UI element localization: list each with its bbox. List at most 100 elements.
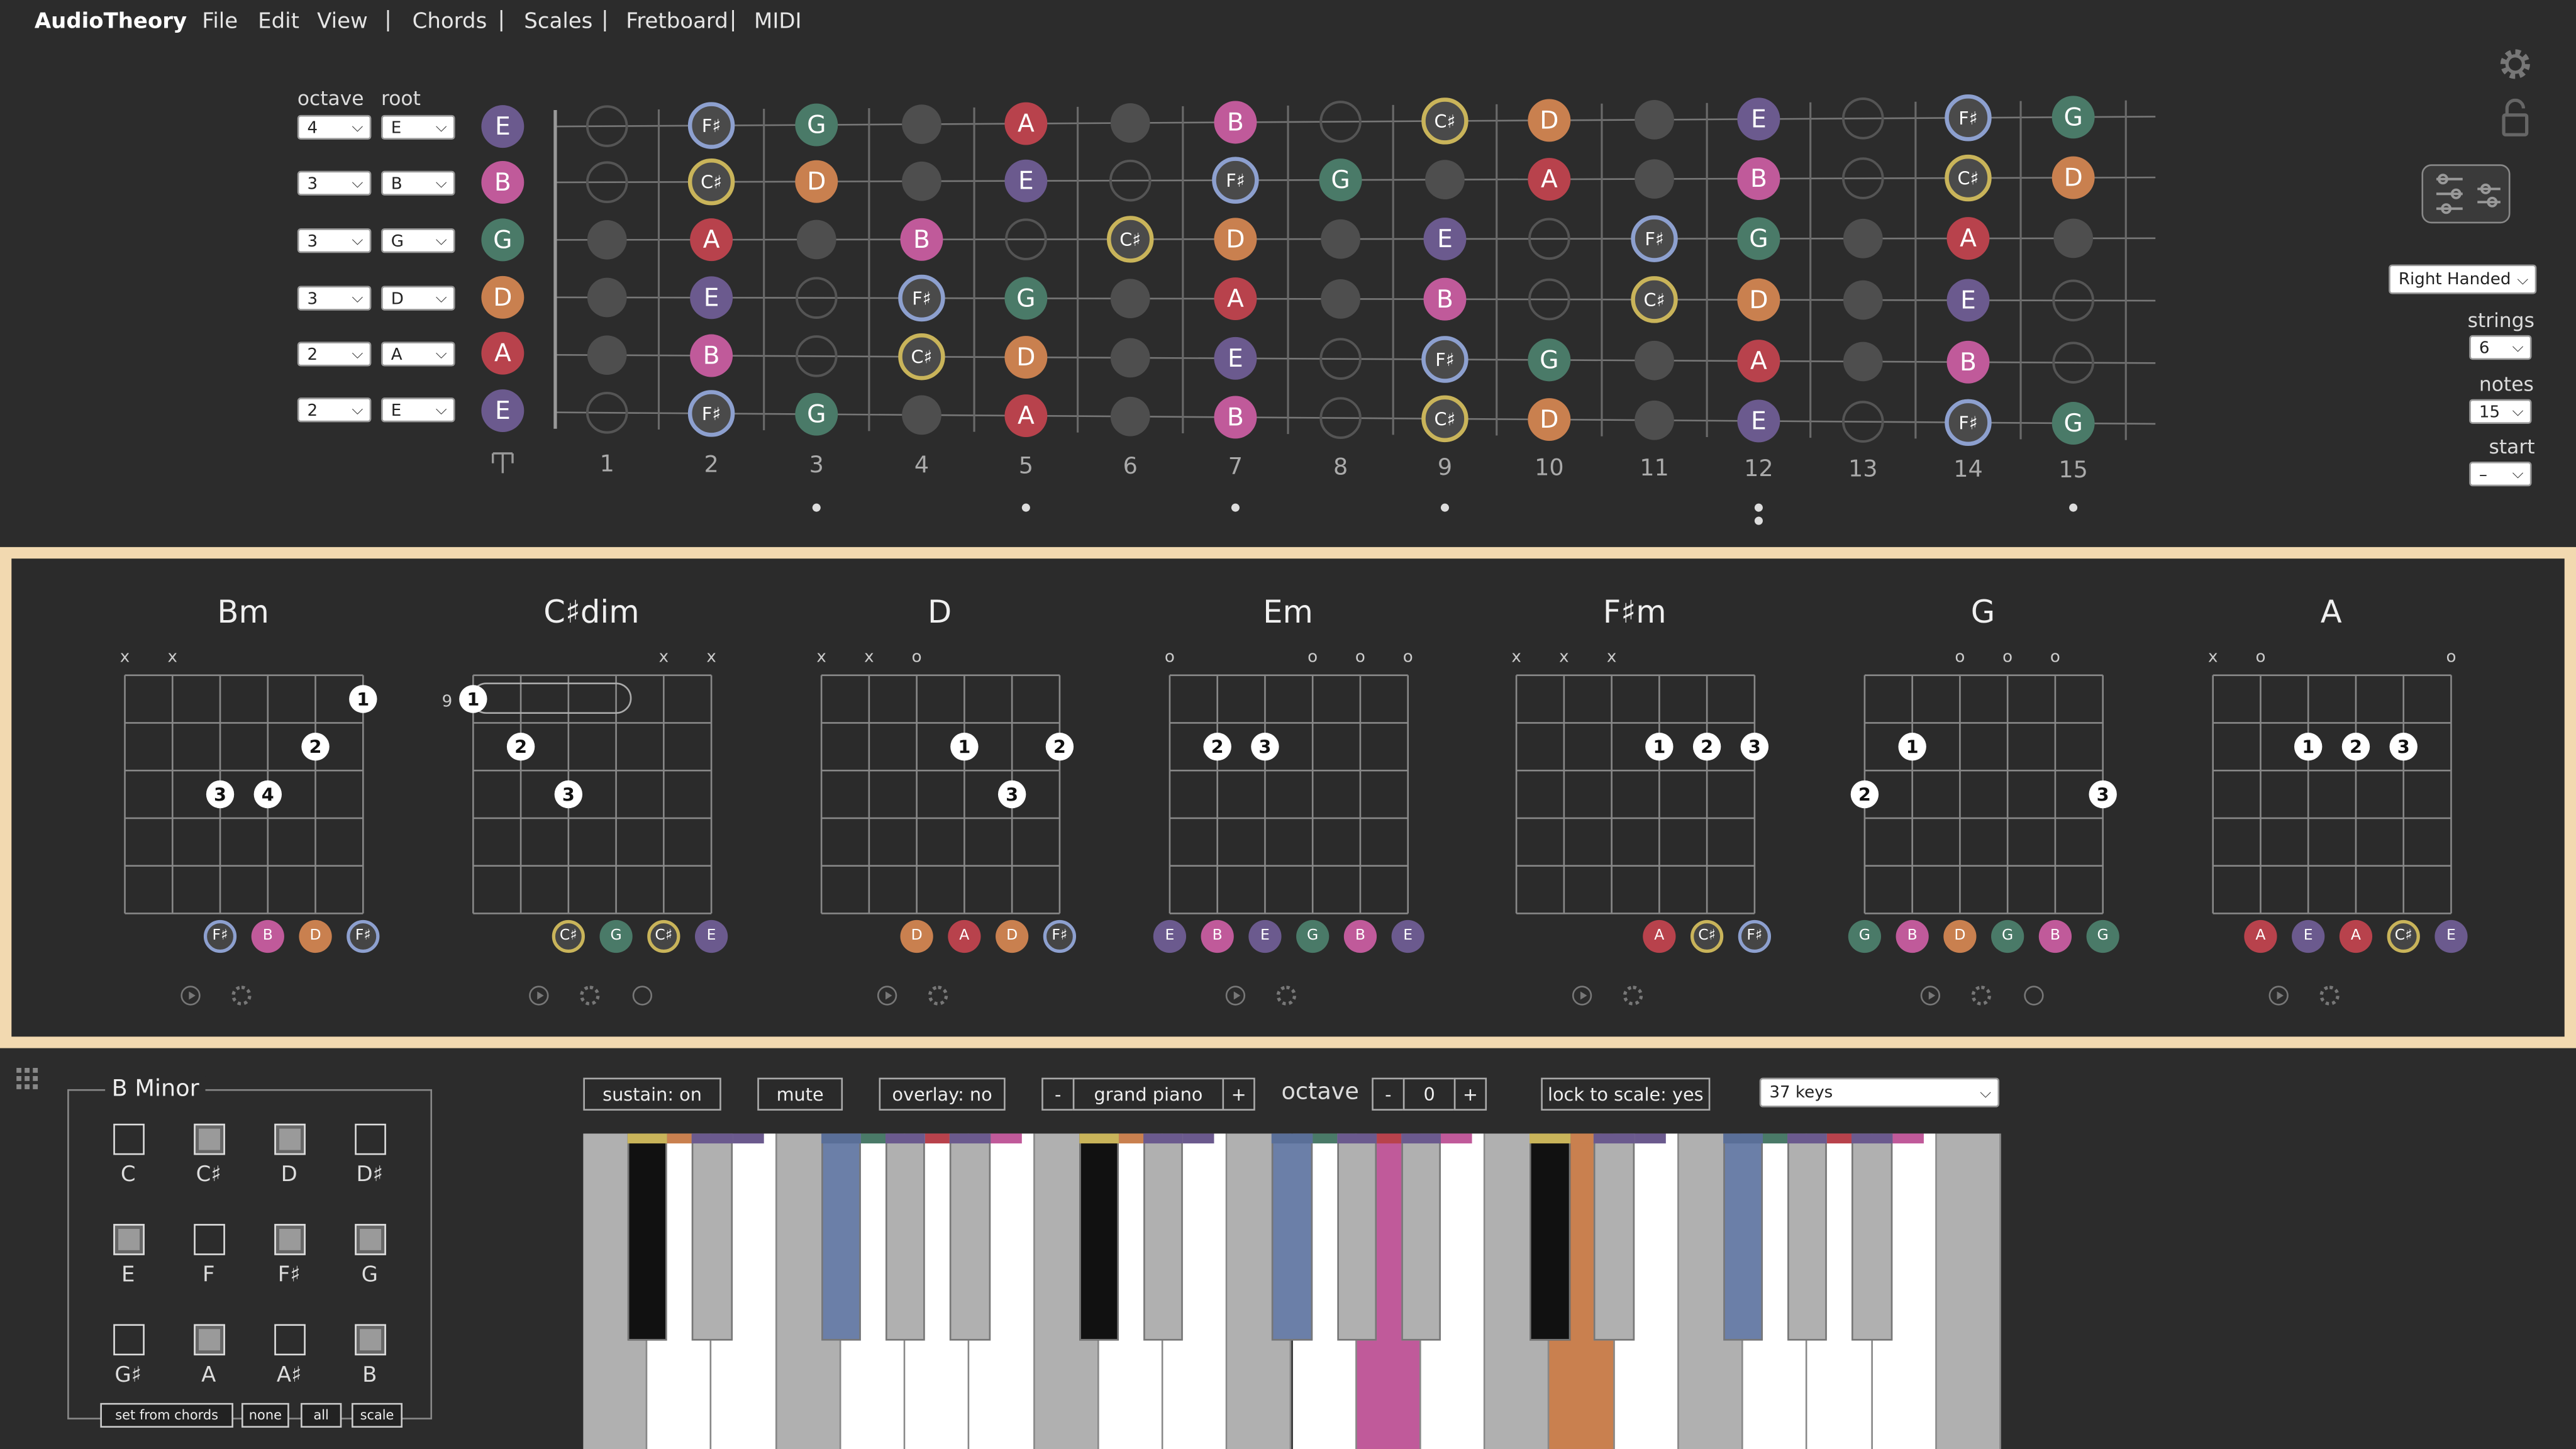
play-icon[interactable] <box>877 985 897 1006</box>
scale-note-checkbox[interactable] <box>274 1123 306 1155</box>
fret-empty-slot[interactable] <box>1843 218 1883 258</box>
chord-card[interactable]: Em o o o o 2 3 E B E G B E <box>1124 558 1452 1036</box>
open-string-mark: o <box>2446 648 2456 667</box>
scale-note-checkbox[interactable] <box>274 1224 306 1255</box>
piano-black-key[interactable] <box>1401 1133 1441 1341</box>
fret-empty-slot[interactable] <box>902 395 941 435</box>
chord-settings-gear-icon[interactable] <box>1623 985 1643 1006</box>
chord-settings-gear-icon[interactable] <box>1276 985 1297 1006</box>
scale-note-checkbox[interactable] <box>113 1224 145 1255</box>
piano-black-key[interactable] <box>821 1133 861 1341</box>
piano-black-key[interactable] <box>885 1133 926 1341</box>
fret-empty-slot[interactable] <box>587 335 627 375</box>
piano-black-key[interactable] <box>1530 1133 1570 1341</box>
fret-empty-slot[interactable] <box>1110 338 1150 378</box>
piano-white-key[interactable] <box>1936 1133 2001 1449</box>
play-icon[interactable] <box>1572 985 1592 1006</box>
scale-note-checkbox[interactable] <box>355 1123 386 1155</box>
piano-black-key[interactable] <box>1787 1133 1828 1341</box>
piano-black-key[interactable] <box>1272 1133 1313 1341</box>
fret-empty-slot[interactable] <box>1635 100 1674 140</box>
piano-black-key[interactable] <box>692 1133 732 1341</box>
piano-black-key[interactable] <box>950 1133 990 1341</box>
grid-menu-icon[interactable] <box>16 1067 40 1091</box>
fret-empty-slot[interactable] <box>1843 341 1883 382</box>
scale-note-checkbox[interactable] <box>194 1324 225 1356</box>
overlay-button[interactable]: overlay: no <box>879 1077 1006 1111</box>
fret-empty-slot[interactable] <box>1110 396 1150 436</box>
lock-icon[interactable] <box>2501 98 2530 138</box>
scale-note-checkbox[interactable] <box>355 1324 386 1356</box>
play-icon[interactable] <box>1920 985 1941 1006</box>
instrument-next-button[interactable]: + <box>1222 1077 1255 1111</box>
fret-empty-slot[interactable] <box>796 219 836 260</box>
piano-black-key[interactable] <box>1143 1133 1184 1341</box>
chord-card[interactable]: C♯dim x x 1 9 2 3 C♯ G C♯ E <box>427 558 755 1036</box>
fretboard-view-toggle-icon[interactable] <box>2421 164 2511 224</box>
octave-down-button[interactable]: - <box>1372 1077 1405 1111</box>
fret-empty-slot[interactable] <box>1635 159 1674 199</box>
fret-empty-slot[interactable] <box>2053 218 2093 258</box>
fret-empty-slot[interactable] <box>1635 340 1674 380</box>
play-icon[interactable] <box>2268 985 2289 1006</box>
chord-settings-gear-icon[interactable] <box>928 985 948 1006</box>
all-button[interactable]: all <box>301 1402 342 1428</box>
fretboard[interactable]: EBGDAEF♯ G A B C♯ D E F♯ GC♯ D E F♯ G A B C♯ DA B C♯ D E F♯ G A… <box>0 0 2576 542</box>
chord-settings-gear-icon[interactable] <box>1971 985 1992 1006</box>
play-icon[interactable] <box>1225 985 1246 1006</box>
instrument-prev-button[interactable]: - <box>1041 1077 1075 1111</box>
scale-note-checkbox[interactable] <box>194 1224 225 1255</box>
fret-empty-slot[interactable] <box>587 277 627 318</box>
piano-black-key[interactable] <box>628 1133 668 1341</box>
piano-black-key[interactable] <box>1594 1133 1635 1341</box>
chord-settings-gear-icon[interactable] <box>231 985 252 1006</box>
fret-empty-slot[interactable] <box>1843 280 1883 320</box>
piano-keyboard[interactable] <box>583 1133 2001 1449</box>
scale-note-checkbox[interactable] <box>113 1324 145 1356</box>
sustain-button[interactable]: sustain: on <box>583 1077 721 1111</box>
chord-card[interactable]: F♯m x x x 1 2 3 A C♯ F♯ <box>1470 558 1799 1036</box>
scale-button[interactable]: scale <box>352 1402 402 1428</box>
lock-to-scale-button[interactable]: lock to scale: yes <box>1541 1077 1711 1111</box>
play-icon[interactable] <box>529 985 549 1006</box>
start-select[interactable]: – ⌵ <box>2469 462 2532 487</box>
fret-empty-slot[interactable] <box>902 161 941 201</box>
settings-gear-icon[interactable] <box>2496 45 2535 84</box>
mute-button[interactable]: mute <box>757 1077 843 1111</box>
fret-empty-slot[interactable] <box>902 104 941 144</box>
fret-empty-slot[interactable] <box>1425 160 1465 199</box>
piano-black-key[interactable] <box>1723 1133 1763 1341</box>
chord-card[interactable]: Ax o o 1 2 3 A E A C♯ E <box>2167 558 2496 1036</box>
octave-up-button[interactable]: + <box>1453 1077 1487 1111</box>
piano-black-key[interactable] <box>1079 1133 1119 1341</box>
notes-select[interactable]: 15 ⌵ <box>2469 399 2532 424</box>
play-icon[interactable] <box>180 985 201 1006</box>
scale-note-checkbox[interactable] <box>274 1324 306 1356</box>
piano-black-key[interactable] <box>1336 1133 1377 1341</box>
chord-card[interactable]: Gooo123GBDGBG <box>1819 558 2147 1036</box>
fret-empty-slot[interactable] <box>1321 279 1360 319</box>
chord-card[interactable]: Dx x o 1 2 3 D A D F♯ <box>775 558 1104 1036</box>
set-from-chords-button[interactable]: set from chords <box>100 1402 233 1428</box>
scale-note-checkbox[interactable] <box>113 1123 145 1155</box>
chord-card[interactable]: Bm x x 1 2 3 4 F♯ B D F♯ <box>79 558 407 1036</box>
scale-note-checkbox[interactable] <box>194 1123 225 1155</box>
piano-black-key[interactable] <box>1852 1133 1892 1341</box>
fret-empty-slot[interactable] <box>1110 279 1150 319</box>
scale-note-checkbox[interactable] <box>355 1224 386 1255</box>
keys-count-select[interactable]: 37 keys ⌵ <box>1759 1077 2000 1108</box>
chord-settings-gear-icon[interactable] <box>580 985 600 1006</box>
none-button[interactable]: none <box>242 1402 289 1428</box>
tuning-fork-icon[interactable] <box>491 452 514 474</box>
chord-settings-gear-icon[interactable] <box>2319 985 2340 1006</box>
handedness-select[interactable]: Right Handed ⌵ <box>2389 264 2537 294</box>
inversion-icon[interactable] <box>2024 985 2044 1006</box>
fret-empty-slot[interactable] <box>1110 103 1150 143</box>
fret-empty-slot[interactable] <box>1635 400 1674 440</box>
strings-select[interactable]: 6 ⌵ <box>2469 335 2532 360</box>
chord-note-chip: G <box>2086 919 2119 953</box>
fret-empty-slot[interactable] <box>1321 219 1360 259</box>
fret-empty-slot[interactable] <box>587 219 627 260</box>
fret-marker-dot <box>1231 503 1240 512</box>
inversion-icon[interactable] <box>632 985 653 1006</box>
